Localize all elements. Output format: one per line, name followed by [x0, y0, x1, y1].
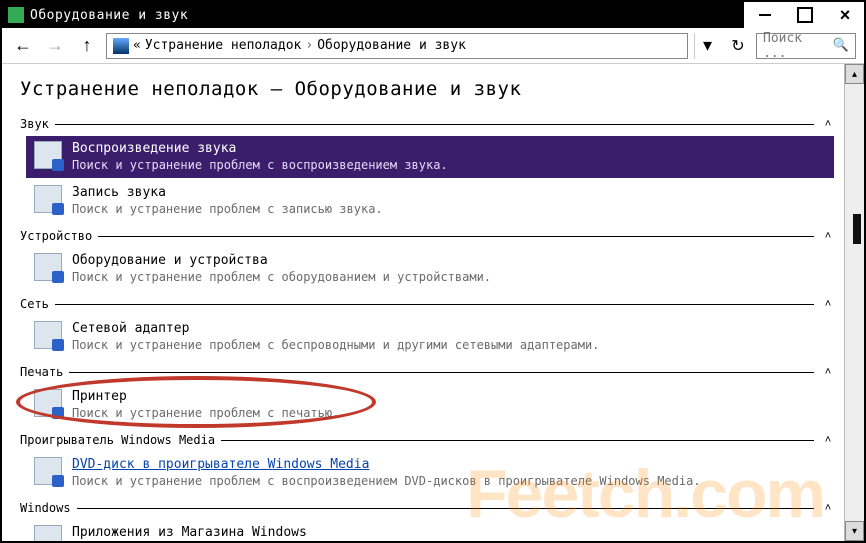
item-title: Оборудование и устройства: [72, 253, 491, 268]
back-button[interactable]: ←: [10, 33, 36, 59]
chevron-up-icon[interactable]: ˄: [820, 298, 836, 310]
group-header[interactable]: Печать ˄: [20, 362, 836, 382]
item-desc: Поиск и устранение проблем с оборудовани…: [72, 270, 491, 284]
group-header[interactable]: Звук ˄: [20, 114, 836, 134]
troubleshooter-item[interactable]: DVD-диск в проигрывателе Windows Media По…: [26, 452, 834, 494]
address-bar[interactable]: « Устранение неполадок › Оборудование и …: [106, 33, 688, 59]
group-label: Звук: [20, 117, 49, 131]
group-header[interactable]: Windows ˄: [20, 498, 836, 518]
item-desc: Поиск и устранение проблем с записью зву…: [72, 202, 383, 216]
group-1: Устройство ˄ Оборудование и устройства Поис…: [20, 226, 836, 290]
vertical-scrollbar[interactable]: ▴ ▾: [844, 64, 864, 541]
troubleshooter-icon: [34, 253, 62, 281]
item-text: Запись звука Поиск и устранение проблем с…: [72, 185, 383, 216]
item-title: Запись звука: [72, 185, 383, 200]
item-text: Принтер Поиск и устранение проблем с печа…: [72, 389, 339, 420]
chevron-up-icon[interactable]: ˄: [820, 366, 836, 378]
item-desc: Поиск и устранение проблем с беспроводны…: [72, 338, 599, 352]
item-title: Принтер: [72, 389, 339, 404]
window-title: Оборудование и звук: [30, 8, 744, 23]
scroll-grip-icon: [853, 214, 861, 244]
group-rule: [55, 304, 814, 305]
troubleshooter-icon: [34, 457, 62, 485]
item-text: Приложения из Магазина WindowsУстранение…: [72, 525, 737, 541]
search-placeholder: Поиск ...: [763, 31, 833, 61]
group-header[interactable]: Проигрыватель Windows Media ˄: [20, 430, 836, 450]
group-label: Windows: [20, 501, 71, 515]
close-button[interactable]: ×: [824, 2, 864, 28]
search-icon: 🔍: [833, 38, 849, 53]
group-rule: [221, 440, 814, 441]
item-text: DVD-диск в проигрывателе Windows Media По…: [72, 457, 701, 488]
navbar: ← → ↑ « Устранение неполадок › Оборудова…: [2, 28, 864, 64]
chevron-up-icon[interactable]: ˄: [820, 502, 836, 514]
troubleshooter-icon: [34, 321, 62, 349]
group-label: Печать: [20, 365, 63, 379]
troubleshooter-item[interactable]: Воспроизведение звука Поиск и устранение …: [26, 136, 834, 178]
content-pane: Устранение неполадок — Оборудование и зв…: [2, 64, 864, 541]
group-rule: [98, 236, 814, 237]
page-title: Устранение неполадок — Оборудование и зв…: [20, 78, 836, 100]
troubleshooter-item[interactable]: Запись звука Поиск и устранение проблем с…: [26, 180, 834, 222]
group-0: Звук ˄ Воспроизведение звука Поиск и устран…: [20, 114, 836, 222]
minimize-button[interactable]: [744, 2, 784, 28]
group-header[interactable]: Устройство ˄: [20, 226, 836, 246]
troubleshooter-item[interactable]: Сетевой адаптер Поиск и устранение пробле…: [26, 316, 834, 358]
item-desc: Поиск и устранение проблем с воспроизвед…: [72, 474, 701, 488]
group-label: Устройство: [20, 229, 92, 243]
item-text: Сетевой адаптер Поиск и устранение пробле…: [72, 321, 599, 352]
troubleshooter-list: Устранение неполадок — Оборудование и зв…: [2, 64, 844, 541]
group-header[interactable]: Сеть ˄: [20, 294, 836, 314]
up-button[interactable]: ↑: [74, 33, 100, 59]
group-rule: [77, 508, 814, 509]
group-label: Проигрыватель Windows Media: [20, 433, 215, 447]
item-title: Воспроизведение звука: [72, 141, 448, 156]
forward-button[interactable]: →: [42, 33, 68, 59]
scroll-down-button[interactable]: ▾: [845, 521, 864, 541]
control-panel-window: Оборудование и звук × ← → ↑ « Устранение…: [0, 0, 866, 543]
breadcrumb-prefix: «: [133, 38, 141, 53]
group-rule: [55, 124, 814, 125]
refresh-button[interactable]: ↻: [726, 36, 750, 56]
troubleshooter-item[interactable]: Приложения из Магазина WindowsУстранение…: [26, 520, 834, 541]
group-4: Проигрыватель Windows Media ˄ DVD-диск в п…: [20, 430, 836, 494]
window-buttons: ×: [744, 2, 864, 28]
item-title: Сетевой адаптер: [72, 321, 599, 336]
group-label: Сеть: [20, 297, 49, 311]
breadcrumb-sep: ›: [305, 38, 313, 53]
item-title: Приложения из Магазина Windows: [72, 525, 737, 540]
chevron-up-icon[interactable]: ˄: [820, 118, 836, 130]
group-rule: [69, 372, 814, 373]
breadcrumb-2[interactable]: Оборудование и звук: [317, 38, 466, 53]
control-panel-icon: [113, 38, 129, 54]
breadcrumb-1[interactable]: Устранение неполадок: [145, 38, 302, 53]
item-text: Оборудование и устройства Поиск и устране…: [72, 253, 491, 284]
group-3: Печать ˄ Принтер Поиск и устранение проблем…: [20, 362, 836, 426]
troubleshooter-icon: [34, 141, 62, 169]
app-icon: [8, 7, 24, 23]
troubleshooter-icon: [34, 389, 62, 417]
maximize-button[interactable]: [784, 2, 824, 28]
chevron-up-icon[interactable]: ˄: [820, 434, 836, 446]
search-input[interactable]: Поиск ... 🔍: [756, 33, 856, 59]
item-title: DVD-диск в проигрывателе Windows Media: [72, 457, 701, 472]
scroll-up-button[interactable]: ▴: [845, 64, 864, 84]
troubleshooter-icon: [34, 185, 62, 213]
group-2: Сеть ˄ Сетевой адаптер Поиск и устранение п…: [20, 294, 836, 358]
troubleshooter-item[interactable]: Принтер Поиск и устранение проблем с печа…: [26, 384, 834, 426]
troubleshooter-item[interactable]: Оборудование и устройства Поиск и устране…: [26, 248, 834, 290]
item-desc: Поиск и устранение проблем с печатью.: [72, 406, 339, 420]
titlebar: Оборудование и звук ×: [2, 2, 864, 28]
item-text: Воспроизведение звука Поиск и устранение …: [72, 141, 448, 172]
group-5: Windows ˄ Приложения из Магазина WindowsУс…: [20, 498, 836, 541]
item-desc: Поиск и устранение проблем с воспроизвед…: [72, 158, 448, 172]
dropdown-address-button[interactable]: ▾: [694, 33, 720, 59]
troubleshooter-icon: [34, 525, 62, 541]
chevron-up-icon[interactable]: ˄: [820, 230, 836, 242]
